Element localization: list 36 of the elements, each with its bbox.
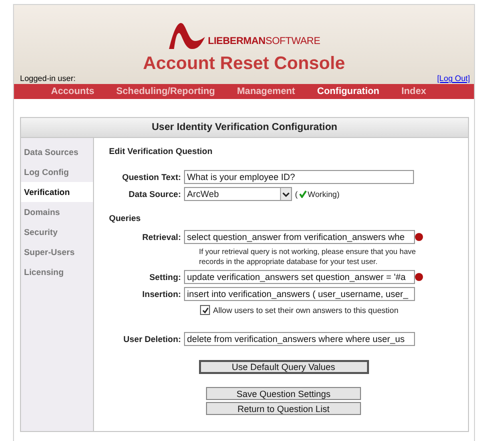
logo-icon (168, 21, 206, 51)
section-heading: Queries (109, 213, 142, 223)
sidebar-item[interactable]: Verification (21, 182, 93, 202)
sidebar-item[interactable]: Log Config (21, 162, 93, 182)
sidebar-item[interactable]: Data Sources (21, 142, 93, 162)
field-label: Data Source: (128, 189, 181, 199)
insertion-field[interactable]: insert into verification_answers ( user_username, user_ (184, 287, 415, 301)
sidebar-item[interactable]: Super-Users (21, 242, 93, 262)
caret-icon (280, 188, 291, 200)
nav-tab[interactable]: Configuration (317, 86, 380, 97)
retrieval-field[interactable]: select question_answer from verification_answers whe (184, 230, 415, 244)
deletion-field[interactable]: delete from verification_answers where where user_us (184, 332, 415, 346)
logout-link[interactable]: [Log Out] (437, 74, 470, 84)
status-text: Working) (308, 190, 340, 198)
checkbox-label: Allow users to set their own answers to this question (213, 306, 398, 314)
question-field[interactable]: What is your employee ID? (184, 170, 414, 184)
app-title: Account Reset Console (142, 53, 346, 74)
action-button[interactable]: Use Default Query Values (198, 360, 368, 374)
status-paren: ( (295, 190, 298, 198)
sidebar-item[interactable]: Security (21, 222, 93, 242)
logo-text: LIEBERMANSOFTWARE (208, 36, 320, 47)
field-label: Retrieval: (141, 232, 181, 242)
sidebar-item[interactable]: Domains (21, 202, 93, 222)
section-heading: Edit Verification Question (109, 146, 214, 156)
setting-field[interactable]: update verification_answers set question_answer = '#a (184, 270, 415, 284)
field-label: Question Text: (121, 172, 181, 182)
action-button[interactable]: Save Question Settings (206, 387, 361, 400)
field-label: User Deletion: (122, 334, 181, 344)
checkbox[interactable] (200, 305, 210, 315)
logged-in-label: Logged-in user: (20, 74, 76, 84)
panel-title: User Identity Verification Configuration (21, 118, 468, 138)
action-button[interactable]: Return to Question List (206, 402, 361, 415)
data-source-dropdown[interactable]: ArcWeb (184, 187, 292, 201)
sidebar-item[interactable]: Licensing (21, 262, 93, 282)
field-label: Insertion: (141, 289, 181, 299)
field-label: Setting: (148, 272, 181, 282)
